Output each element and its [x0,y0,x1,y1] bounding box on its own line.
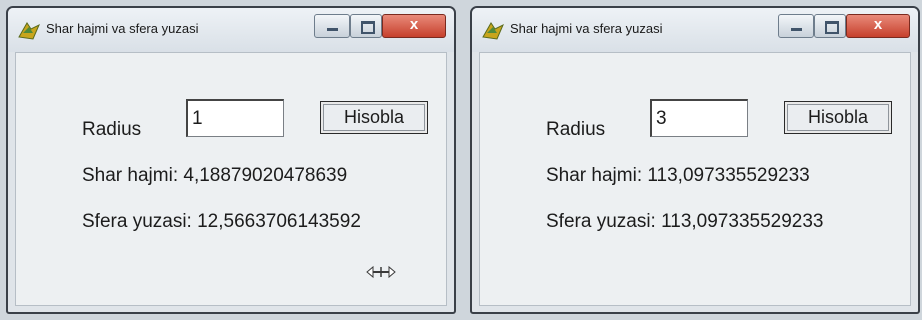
volume-result-label: Shar hajmi: 113,097335529233 [546,165,810,186]
hisobla-button[interactable]: Hisobla [320,101,428,134]
radius-input[interactable] [650,99,748,137]
radius-label: Radius [546,119,606,140]
minimize-icon[interactable] [314,14,350,38]
title-bar[interactable]: Shar hajmi va sfera yuzasi [472,8,918,52]
radius-label: Radius [82,119,142,140]
app-icon [18,22,40,40]
hisobla-button[interactable]: Hisobla [784,101,892,134]
close-icon[interactable] [846,14,910,38]
area-result-label: Sfera yuzasi: 12,5663706143592 [82,211,361,232]
maximize-icon[interactable] [814,14,846,38]
maximize-icon[interactable] [350,14,382,38]
minimize-icon[interactable] [778,14,814,38]
window-1: Shar hajmi va sfera yuzasi Radius Hisobl… [6,6,456,314]
close-icon[interactable] [382,14,446,38]
resize-cursor-icon [366,265,396,279]
form-client-area: Radius Hisobla Shar hajmi: 113,097335529… [479,52,911,306]
area-result-label: Sfera yuzasi: 113,097335529233 [546,211,824,232]
form-client-area: Radius Hisobla Shar hajmi: 4,18879020478… [15,52,447,306]
volume-result-label: Shar hajmi: 4,18879020478639 [82,165,348,186]
radius-input[interactable] [186,99,284,137]
window-2: Shar hajmi va sfera yuzasi Radius Hisobl… [470,6,920,314]
window-title: Shar hajmi va sfera yuzasi [46,21,199,36]
title-bar[interactable]: Shar hajmi va sfera yuzasi [8,8,454,52]
window-title: Shar hajmi va sfera yuzasi [510,21,663,36]
app-icon [482,22,504,40]
